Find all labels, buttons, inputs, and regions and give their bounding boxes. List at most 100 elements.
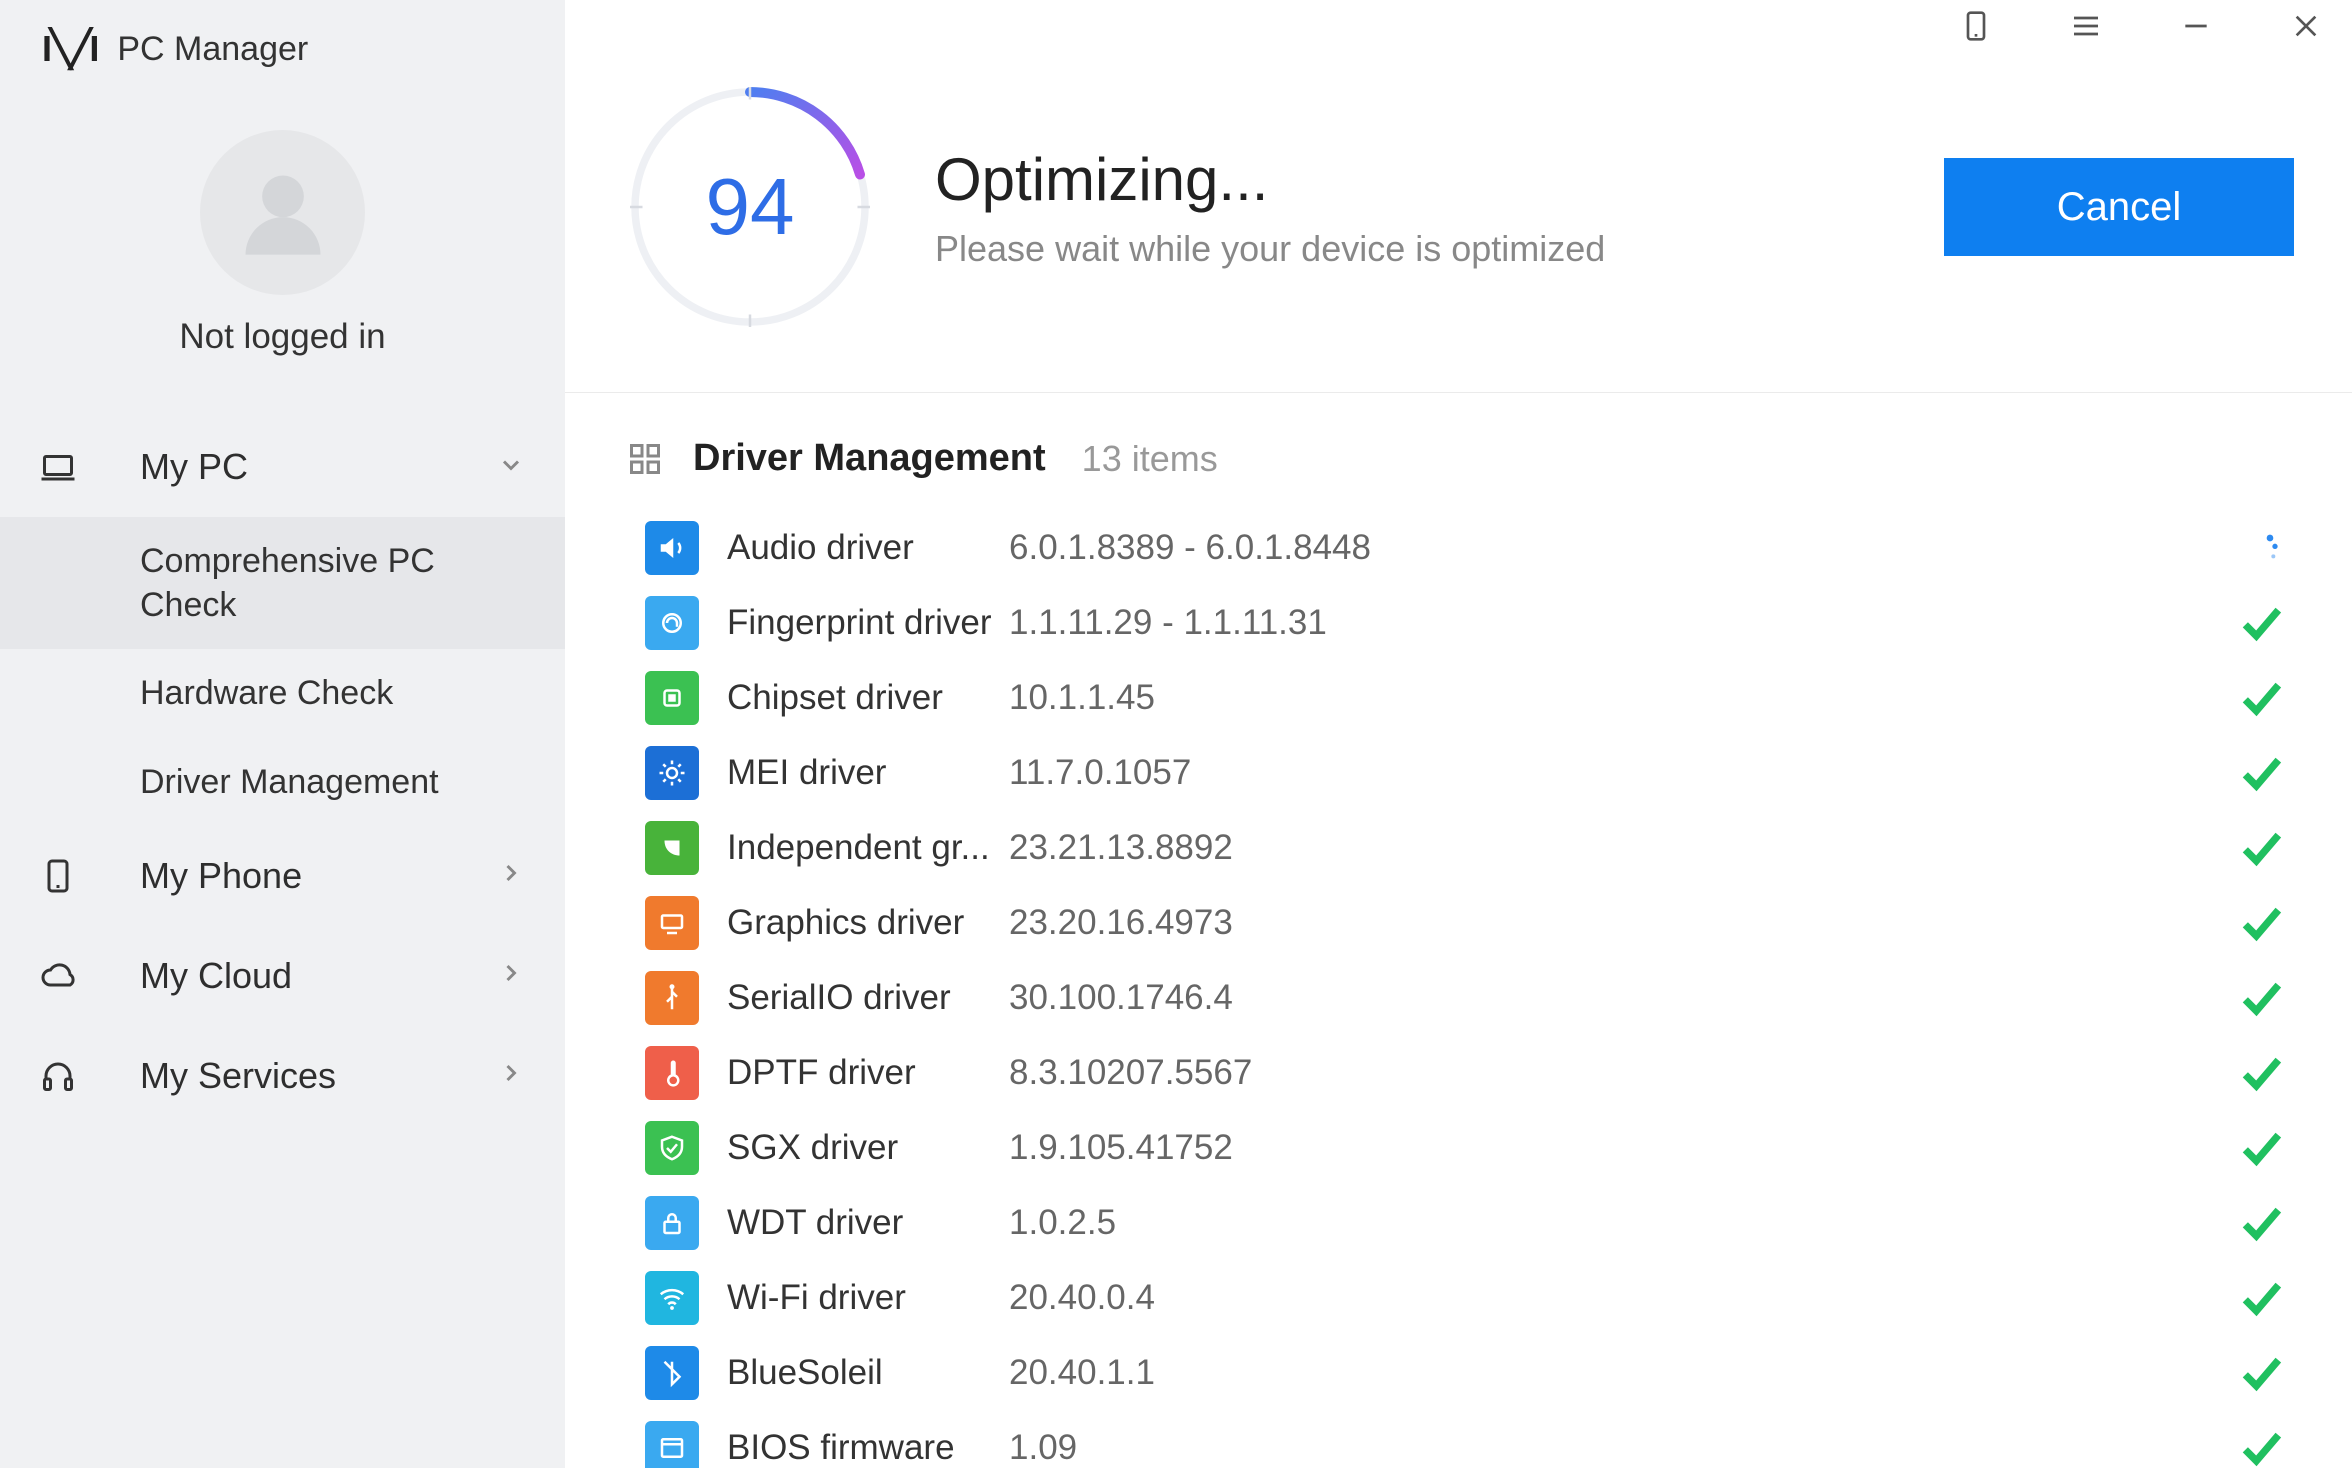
- driver-row[interactable]: WDT driver1.0.2.5: [645, 1185, 2290, 1260]
- sidebar-nav: My PC Comprehensive PC Check Hardware Ch…: [0, 417, 565, 1126]
- thermo-icon: [645, 1046, 699, 1100]
- driver-version: 23.21.13.8892: [1009, 828, 2230, 868]
- usb-icon: [645, 971, 699, 1025]
- wifi-icon: [645, 1271, 699, 1325]
- phone-link-button[interactable]: [1950, 0, 2002, 52]
- status-loading-icon: [2230, 528, 2290, 568]
- status-ok-icon: [2230, 1126, 2290, 1170]
- status-ok-icon: [2230, 676, 2290, 720]
- driver-name: SGX driver: [699, 1128, 1009, 1168]
- driver-row[interactable]: Wi-Fi driver20.40.0.4: [645, 1260, 2290, 1335]
- sidebar-item-my-cloud[interactable]: My Cloud: [0, 926, 565, 1026]
- driver-version: 20.40.1.1: [1009, 1353, 2230, 1393]
- profile-status: Not logged in: [179, 317, 385, 357]
- chevron-right-icon: [497, 859, 525, 892]
- driver-row[interactable]: MEI driver11.7.0.1057: [645, 735, 2290, 810]
- driver-row[interactable]: Graphics driver23.20.16.4973: [645, 885, 2290, 960]
- driver-name: Audio driver: [699, 528, 1009, 568]
- driver-name: Independent gr...: [699, 828, 1009, 868]
- gear-icon: [645, 746, 699, 800]
- shield-icon: [645, 1121, 699, 1175]
- sidebar-item-label: My Services: [90, 1055, 497, 1097]
- driver-name: Chipset driver: [699, 678, 1009, 718]
- status-ok-icon: [2230, 901, 2290, 945]
- driver-row[interactable]: SerialIO driver30.100.1746.4: [645, 960, 2290, 1035]
- sidebar-item-my-services[interactable]: My Services: [0, 1026, 565, 1126]
- status-ok-icon: [2230, 751, 2290, 795]
- status-ok-icon: [2230, 1426, 2290, 1468]
- laptop-icon: [40, 449, 90, 485]
- driver-version: 6.0.1.8389 - 6.0.1.8448: [1009, 528, 2230, 568]
- driver-row[interactable]: Audio driver6.0.1.8389 - 6.0.1.8448: [645, 510, 2290, 585]
- section-title: Driver Management: [693, 437, 1046, 480]
- driver-name: SerialIO driver: [699, 978, 1009, 1018]
- status-ok-icon: [2230, 601, 2290, 645]
- app-logo-icon: I╲╱I: [42, 28, 97, 70]
- menu-icon: [2070, 10, 2102, 42]
- fingerprint-icon: [645, 596, 699, 650]
- driver-version: 1.0.2.5: [1009, 1203, 2230, 1243]
- driver-name: BIOS firmware: [699, 1428, 1009, 1468]
- score-ring: 94: [625, 82, 875, 332]
- display-icon: [645, 896, 699, 950]
- optimize-header: 94 Optimizing... Please wait while your …: [565, 52, 2352, 393]
- driver-row[interactable]: DPTF driver8.3.10207.5567: [645, 1035, 2290, 1110]
- status-ok-icon: [2230, 826, 2290, 870]
- chevron-right-icon: [497, 959, 525, 992]
- close-icon: [2290, 10, 2322, 42]
- nvidia-icon: [645, 821, 699, 875]
- driver-version: 20.40.0.4: [1009, 1278, 2230, 1318]
- chevron-right-icon: [497, 1059, 525, 1092]
- driver-row[interactable]: BlueSoleil20.40.1.1: [645, 1335, 2290, 1410]
- main-panel: 94 Optimizing... Please wait while your …: [565, 0, 2352, 1468]
- driver-version: 1.09: [1009, 1428, 2230, 1468]
- driver-row[interactable]: Chipset driver10.1.1.45: [645, 660, 2290, 735]
- status-ok-icon: [2230, 976, 2290, 1020]
- sidebar-item-my-pc[interactable]: My PC: [0, 417, 565, 517]
- section-header: Driver Management 13 items: [565, 393, 2352, 510]
- sidebar-subitem-comprehensive-check[interactable]: Comprehensive PC Check: [0, 517, 565, 649]
- status-ok-icon: [2230, 1201, 2290, 1245]
- bluetooth-icon: [645, 1346, 699, 1400]
- driver-list: Audio driver6.0.1.8389 - 6.0.1.8448Finge…: [565, 510, 2352, 1468]
- optimize-subtitle: Please wait while your device is optimiz…: [935, 228, 1944, 270]
- driver-version: 11.7.0.1057: [1009, 753, 2230, 793]
- driver-version: 1.9.105.41752: [1009, 1128, 2230, 1168]
- grid-icon: [627, 441, 663, 477]
- driver-row[interactable]: SGX driver1.9.105.41752: [645, 1110, 2290, 1185]
- driver-name: BlueSoleil: [699, 1353, 1009, 1393]
- sidebar-item-label: My Phone: [90, 855, 497, 897]
- driver-row[interactable]: BIOS firmware1.09: [645, 1410, 2290, 1468]
- sidebar: I╲╱I PC Manager Not logged in My PC Comp…: [0, 0, 565, 1468]
- score-value: 94: [706, 161, 795, 253]
- driver-version: 1.1.11.29 - 1.1.11.31: [1009, 603, 2230, 643]
- sidebar-item-label: My PC: [90, 446, 497, 488]
- driver-name: DPTF driver: [699, 1053, 1009, 1093]
- sidebar-subitem-hardware-check[interactable]: Hardware Check: [0, 649, 565, 737]
- phone-icon: [1960, 10, 1992, 42]
- sidebar-item-my-phone[interactable]: My Phone: [0, 826, 565, 926]
- driver-name: WDT driver: [699, 1203, 1009, 1243]
- minimize-button[interactable]: [2170, 0, 2222, 52]
- status-ok-icon: [2230, 1351, 2290, 1395]
- section-count: 13 items: [1082, 438, 1218, 480]
- driver-row[interactable]: Independent gr...23.21.13.8892: [645, 810, 2290, 885]
- driver-name: MEI driver: [699, 753, 1009, 793]
- sidebar-subitem-driver-management[interactable]: Driver Management: [0, 738, 565, 826]
- close-button[interactable]: [2280, 0, 2332, 52]
- avatar[interactable]: [200, 130, 365, 295]
- speaker-icon: [645, 521, 699, 575]
- cancel-button[interactable]: Cancel: [1944, 158, 2294, 256]
- status-ok-icon: [2230, 1051, 2290, 1095]
- app-header: I╲╱I PC Manager: [0, 0, 565, 70]
- menu-button[interactable]: [2060, 0, 2112, 52]
- driver-row[interactable]: Fingerprint driver1.1.11.29 - 1.1.11.31: [645, 585, 2290, 660]
- app-title: PC Manager: [117, 30, 308, 69]
- driver-version: 23.20.16.4973: [1009, 903, 2230, 943]
- driver-version: 10.1.1.45: [1009, 678, 2230, 718]
- minimize-icon: [2180, 10, 2212, 42]
- cloud-icon: [40, 958, 90, 994]
- optimize-title: Optimizing...: [935, 145, 1944, 214]
- titlebar: [565, 0, 2352, 52]
- profile-block[interactable]: Not logged in: [0, 130, 565, 357]
